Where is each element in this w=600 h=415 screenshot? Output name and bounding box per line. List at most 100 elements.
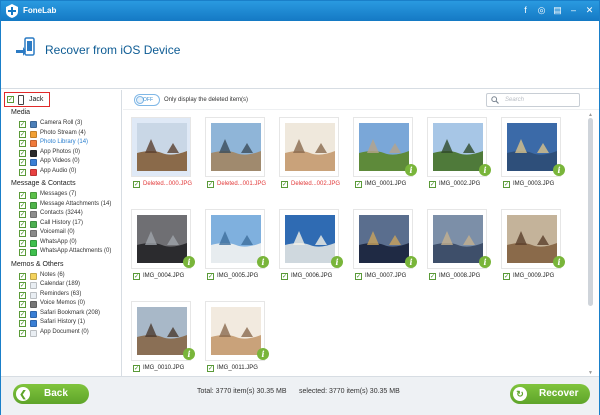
back-button[interactable]: ❮ Back <box>13 384 89 404</box>
photo-thumbnail[interactable]: i ✓ IMG_0008.JPG <box>427 209 493 281</box>
photo-image <box>211 123 261 171</box>
chat-icon[interactable]: ◎ <box>536 5 547 16</box>
photo-checkbox[interactable]: ✓ <box>355 181 362 188</box>
photo-checkbox[interactable]: ✓ <box>355 273 362 280</box>
reminders-icon <box>30 291 37 299</box>
thumbnail-frame <box>131 209 191 269</box>
feedback-icon[interactable]: ▤ <box>552 5 563 16</box>
ios-device-transfer-icon <box>16 37 35 56</box>
thumbnail-frame <box>205 301 265 361</box>
photo-image <box>507 215 557 263</box>
photo-checkbox[interactable]: ✓ <box>133 365 140 372</box>
app-audio-icon <box>30 168 37 176</box>
info-badge-icon[interactable]: i <box>257 348 269 360</box>
photo-checkbox[interactable]: ✓ <box>503 273 510 280</box>
photo-filename: IMG_0003.JPG <box>513 181 555 187</box>
category-sidebar: ✓ Jack Media ✓ Camera Roll (3) ✓ Photo Strea… <box>1 90 122 376</box>
photo-checkbox[interactable]: ✓ <box>207 181 214 188</box>
info-badge-icon[interactable]: i <box>405 256 417 268</box>
thumbnail-frame <box>205 209 265 269</box>
photo-checkbox[interactable]: ✓ <box>429 181 436 188</box>
photo-checkbox[interactable]: ✓ <box>133 181 140 188</box>
photo-filename: IMG_0007.JPG <box>365 273 407 279</box>
photo-thumbnail[interactable]: i ✓ IMG_0004.JPG <box>131 209 197 281</box>
photo-thumbnail[interactable]: i ✓ IMG_0011.JPG <box>205 301 271 373</box>
thumbnail-frame <box>427 209 487 269</box>
photo-checkbox[interactable]: ✓ <box>281 273 288 280</box>
info-badge-icon[interactable]: i <box>183 256 195 268</box>
info-badge-icon[interactable]: i <box>257 256 269 268</box>
item-checkbox[interactable]: ✓ <box>19 201 26 209</box>
item-checkbox[interactable]: ✓ <box>19 211 26 218</box>
item-checkbox[interactable]: ✓ <box>19 310 26 318</box>
sidebar-item-label: Voice Memos (0) <box>40 300 86 306</box>
scroll-thumb[interactable] <box>588 118 593 306</box>
app-photos-icon <box>30 149 37 157</box>
item-checkbox[interactable]: ✓ <box>19 168 26 176</box>
info-badge-icon[interactable]: i <box>183 348 195 360</box>
call-history-icon <box>30 220 37 228</box>
photo-checkbox[interactable]: ✓ <box>281 181 288 188</box>
photo-thumbnail[interactable]: i ✓ IMG_0001.JPG <box>353 117 419 189</box>
item-checkbox[interactable]: ✓ <box>19 329 26 337</box>
deleted-only-label: Only display the deleted item(s) <box>164 97 249 103</box>
info-badge-icon[interactable]: i <box>479 256 491 268</box>
item-checkbox[interactable]: ✓ <box>19 301 26 308</box>
photo-checkbox[interactable]: ✓ <box>207 365 214 372</box>
photo-thumbnail[interactable]: i ✓ IMG_0007.JPG <box>353 209 419 281</box>
photo-thumbnail[interactable]: i ✓ IMG_0009.JPG <box>501 209 567 281</box>
photo-checkbox[interactable]: ✓ <box>503 181 510 188</box>
photo-thumbnail[interactable]: i ✓ IMG_0005.JPG <box>205 209 271 281</box>
sidebar-item-label: Messages (7) <box>40 191 77 197</box>
item-checkbox[interactable]: ✓ <box>19 130 26 138</box>
info-badge-icon[interactable]: i <box>479 164 491 176</box>
item-checkbox[interactable]: ✓ <box>19 230 26 237</box>
photo-checkbox[interactable]: ✓ <box>133 273 140 280</box>
info-badge-icon[interactable]: i <box>331 256 343 268</box>
message-attachments-icon <box>30 201 37 209</box>
photo-thumbnail[interactable]: i ✓ IMG_0006.JPG <box>279 209 345 281</box>
photo-filename: IMG_0001.JPG <box>365 181 407 187</box>
photo-thumbnail[interactable]: ✓ Deleted...002.JPG <box>279 117 345 189</box>
minimize-icon[interactable]: – <box>568 5 579 16</box>
photo-thumbnail[interactable]: ✓ Deleted...000.JPG <box>131 117 197 189</box>
close-icon[interactable]: ✕ <box>584 5 595 16</box>
item-checkbox[interactable]: ✓ <box>19 320 26 327</box>
device-checkbox[interactable]: ✓ <box>7 96 14 103</box>
info-badge-icon[interactable]: i <box>405 164 417 176</box>
item-checkbox[interactable]: ✓ <box>19 159 26 166</box>
device-item-jack[interactable]: ✓ Jack <box>4 92 50 107</box>
item-checkbox[interactable]: ✓ <box>19 272 26 280</box>
item-checkbox[interactable]: ✓ <box>19 249 26 256</box>
photo-checkbox[interactable]: ✓ <box>207 273 214 280</box>
sidebar-item-label: Calendar (189) <box>40 281 81 287</box>
whatsapp-attachments-icon <box>30 249 37 256</box>
grid-scrollbar[interactable]: ▲ ▼ <box>586 112 595 376</box>
item-checkbox[interactable]: ✓ <box>19 121 26 128</box>
photo-image <box>433 215 483 263</box>
facebook-icon[interactable]: f <box>520 5 531 16</box>
photo-checkbox[interactable]: ✓ <box>429 273 436 280</box>
item-checkbox[interactable]: ✓ <box>19 291 26 299</box>
item-checkbox[interactable]: ✓ <box>19 220 26 228</box>
back-arrow-icon: ❮ <box>16 387 30 401</box>
item-checkbox[interactable]: ✓ <box>19 140 26 147</box>
sidebar-item-label: Notes (6) <box>40 271 65 278</box>
photo-thumbnail[interactable]: ✓ Deleted...001.JPG <box>205 117 271 189</box>
info-badge-icon[interactable]: i <box>553 164 565 176</box>
photo-thumbnail[interactable]: i ✓ IMG_0002.JPG <box>427 117 493 189</box>
sidebar-item-label: WhatsApp Attachments (0) <box>40 248 112 254</box>
item-checkbox[interactable]: ✓ <box>19 192 26 199</box>
search-box[interactable]: Search <box>486 93 580 107</box>
item-checkbox[interactable]: ✓ <box>19 239 26 247</box>
photo-thumbnail[interactable]: i ✓ IMG_0010.JPG <box>131 301 197 373</box>
deleted-only-toggle[interactable]: OFF <box>134 94 160 106</box>
sidebar-item-label: Photo Stream (4) <box>40 129 86 136</box>
total-status: Total: 3770 item(s) 30.35 MB <box>197 388 287 395</box>
info-badge-icon[interactable]: i <box>553 256 565 268</box>
fonelab-logo-icon <box>6 4 18 18</box>
photo-thumbnail[interactable]: i ✓ IMG_0003.JPG <box>501 117 567 189</box>
item-checkbox[interactable]: ✓ <box>19 282 26 289</box>
recover-button[interactable]: ↻ Recover <box>510 384 590 404</box>
item-checkbox[interactable]: ✓ <box>19 149 26 157</box>
